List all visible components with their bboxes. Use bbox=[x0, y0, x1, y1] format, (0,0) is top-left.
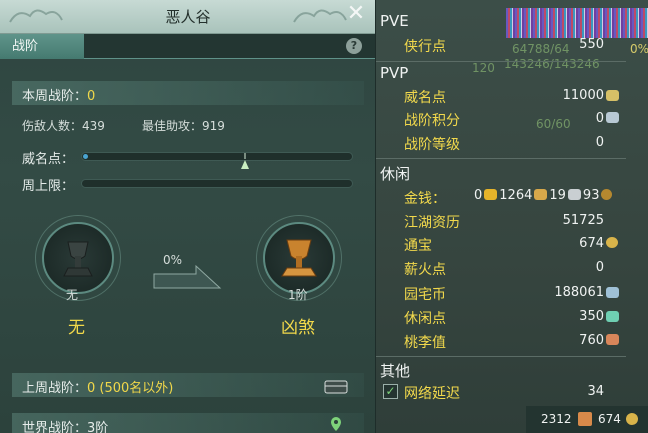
fame-progress-fill bbox=[83, 154, 89, 159]
bg-percent-text: 0% bbox=[630, 42, 648, 56]
money-gold: 1264 bbox=[499, 188, 533, 203]
latency-checkbox[interactable]: ✓ bbox=[383, 384, 398, 399]
xinhuo-label: 薪火点 bbox=[404, 262, 446, 278]
stats-panel: 64788/64 143246/143246 120 60/60 0% PVE … bbox=[376, 0, 648, 433]
money-label: 金钱： bbox=[404, 191, 446, 207]
money-value: 0 1264 19 93 bbox=[474, 188, 613, 203]
cap-label: 周上限： bbox=[22, 179, 75, 194]
copper-coin-icon bbox=[601, 189, 613, 200]
last-week-value: 0 (500名以外) bbox=[87, 381, 174, 396]
bg-mp-text: 143246/143246 bbox=[504, 57, 600, 71]
pvp-header: PVP bbox=[380, 64, 409, 82]
last-week-row: 上周战阶：0 (500名以外) bbox=[22, 377, 173, 396]
zhanjie-level-value: 0 bbox=[595, 135, 604, 150]
gold-ingot-icon bbox=[534, 189, 548, 200]
xiuxian-value: 350 bbox=[579, 309, 604, 324]
money-copper: 93 bbox=[582, 188, 600, 203]
xiaxing-value: 550 bbox=[579, 37, 604, 52]
latency-label: 网络延迟 bbox=[404, 386, 460, 402]
title-bar[interactable]: 恶人谷 ✕ bbox=[0, 0, 375, 34]
current-rank-level: 无 bbox=[66, 288, 79, 302]
current-rank-title: 无 bbox=[68, 318, 85, 338]
weekly-rank-row: 本周战阶：0 bbox=[22, 85, 95, 104]
zhanjie-score-label: 战阶积分 bbox=[404, 113, 460, 129]
cap-progress-bar bbox=[81, 179, 353, 188]
taoli-value: 760 bbox=[579, 333, 604, 348]
cap-marker-icon bbox=[241, 153, 249, 169]
window-title: 恶人谷 bbox=[165, 8, 211, 26]
next-rank-title: 凶煞 bbox=[281, 318, 315, 338]
fame-icon bbox=[606, 90, 619, 101]
tongbao-value: 674 bbox=[579, 236, 604, 251]
money-gold-brick: 0 bbox=[474, 188, 483, 203]
leisure-header: 休闲 bbox=[380, 165, 411, 183]
fame-label: 威名点： bbox=[22, 152, 75, 167]
jianghu-label: 江湖资历 bbox=[404, 215, 460, 231]
divider bbox=[376, 61, 626, 62]
kills-value: 439 bbox=[82, 119, 105, 133]
help-icon[interactable]: ? bbox=[346, 38, 362, 54]
world-rank-label: 世界战阶： bbox=[22, 421, 88, 433]
progress-arrow-icon bbox=[153, 264, 222, 289]
assist-stat: 最佳助攻：919 bbox=[142, 117, 225, 134]
leaf-icon bbox=[606, 311, 619, 322]
next-rank-emblem bbox=[263, 222, 335, 294]
last-week-label: 上周战阶： bbox=[22, 381, 88, 396]
tab-rank[interactable]: 战阶 bbox=[0, 34, 84, 59]
world-rank-row: 世界战阶：3阶 bbox=[22, 417, 108, 433]
gray-cup-icon bbox=[63, 241, 93, 277]
score-icon bbox=[606, 112, 619, 123]
footer-bar: 2312 674 bbox=[526, 406, 648, 433]
rank-panel: 恶人谷 ✕ 战阶 ? 本周战阶：0 伤敌人数：439 最佳助攻：919 威名点：… bbox=[0, 0, 376, 433]
xinhuo-value: 0 bbox=[595, 260, 604, 275]
assist-label: 最佳助攻： bbox=[142, 119, 203, 133]
divider bbox=[376, 356, 626, 357]
zhanjie-score-value: 0 bbox=[595, 111, 604, 126]
money-silver: 19 bbox=[549, 188, 566, 203]
divider bbox=[376, 158, 626, 159]
close-button[interactable]: ✕ bbox=[344, 3, 368, 27]
assist-value: 919 bbox=[202, 119, 225, 133]
zhanjie-level-label: 战阶等级 bbox=[404, 137, 460, 153]
kills-stat: 伤敌人数：439 bbox=[22, 117, 105, 134]
tab-bar: 战阶 ? bbox=[0, 34, 375, 59]
weiming-label: 威名点 bbox=[404, 90, 446, 106]
xiuxian-label: 休闲点 bbox=[404, 311, 446, 327]
latency-value: 34 bbox=[587, 384, 604, 399]
world-rank-value: 3阶 bbox=[87, 421, 109, 433]
next-rank-level: 1阶 bbox=[288, 288, 308, 302]
weekly-rank-value: 0 bbox=[87, 89, 96, 104]
xiaxing-label: 侠行点 bbox=[404, 39, 446, 55]
current-rank-emblem bbox=[42, 222, 114, 294]
background-banner bbox=[506, 8, 648, 38]
fame-progress-bar bbox=[81, 152, 353, 161]
tongbao-label[interactable]: 通宝 bbox=[404, 235, 432, 255]
footer-value-a: 2312 bbox=[541, 412, 572, 426]
other-header: 其他 bbox=[380, 362, 411, 380]
bronze-cup-icon bbox=[281, 239, 317, 277]
pve-header: PVE bbox=[380, 12, 409, 30]
footer-value-b: 674 bbox=[598, 412, 621, 426]
location-pin-icon[interactable] bbox=[330, 416, 342, 432]
silver-icon bbox=[567, 189, 581, 200]
peach-icon bbox=[606, 334, 619, 345]
weekly-rank-label: 本周战阶： bbox=[22, 89, 88, 104]
yuanzhai-value: 188061 bbox=[554, 285, 604, 300]
yuanzhai-label: 园宅币 bbox=[404, 287, 446, 303]
kills-label: 伤敌人数： bbox=[22, 119, 83, 133]
bg-level-text: 120 bbox=[472, 61, 495, 75]
coin-icon bbox=[626, 413, 638, 425]
character-icon bbox=[578, 412, 592, 426]
gold-brick-icon bbox=[484, 189, 498, 200]
taoli-label: 桃李值 bbox=[404, 335, 446, 351]
tongbao-coin-icon bbox=[606, 237, 618, 248]
yuanzhai-icon bbox=[606, 287, 619, 298]
chest-icon[interactable] bbox=[324, 379, 348, 395]
weiming-value: 11000 bbox=[562, 88, 604, 103]
jianghu-value: 51725 bbox=[562, 213, 604, 228]
